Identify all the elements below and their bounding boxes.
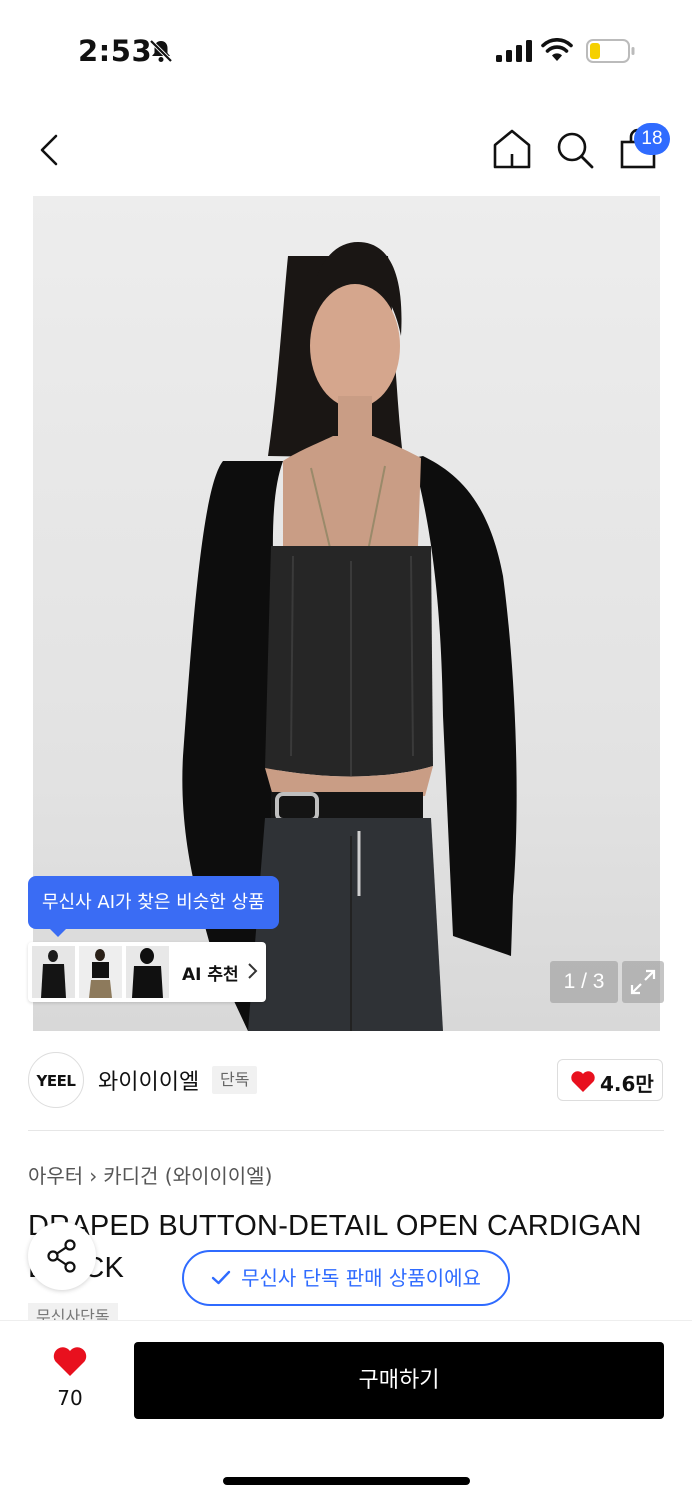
ai-thumb-1[interactable] [32,946,75,998]
share-icon [47,1239,76,1273]
battery-icon [586,39,635,63]
home-icon[interactable] [492,128,532,170]
share-button[interactable] [28,1222,96,1290]
exclusive-notice-text: 무신사 단독 판매 상품이에요 [241,1266,481,1290]
ai-recommend-card[interactable]: AI 추천 [28,942,266,1002]
search-icon[interactable] [555,130,595,170]
signal-icon [496,40,532,62]
breadcrumb: 아우터 › 카디건 (와이이이엘) [28,1160,272,1189]
breadcrumb-item[interactable]: 카디건 (와이이이엘) [103,1164,272,1188]
bell-off-icon [149,39,173,63]
buy-button[interactable]: 구매하기 [134,1342,664,1419]
brand-like-count: 4.6만 [600,1072,654,1096]
wishlist-button[interactable]: 70 [50,1346,90,1410]
exclusive-badge: 단독 [212,1066,258,1094]
cart-count-badge: 18 [634,123,670,155]
expand-icon [630,969,656,995]
ai-thumb-3[interactable] [126,946,169,998]
ai-thumb-2[interactable] [79,946,122,998]
status-time: 2:53 [78,34,153,68]
product-tag: 무신사단독 [28,1303,118,1321]
back-icon[interactable] [36,130,62,170]
breadcrumb-item[interactable]: 아우터 [28,1164,83,1188]
ai-recommend-tooltip[interactable]: 무신사 AI가 찾은 비슷한 상품 [28,876,279,937]
chevron-right-icon [248,963,258,979]
status-bar: 2:53 [0,0,692,100]
chevron-right-icon: › [89,1164,98,1188]
brand-name[interactable]: 와이이이엘 [98,1064,199,1096]
expand-button[interactable] [622,961,664,1003]
heart-icon [53,1347,87,1376]
ai-recommend-label: AI 추천 [182,965,239,985]
home-indicator [223,1477,470,1485]
image-pager: 1 / 3 [550,961,618,1003]
product-tag-label: 무신사단독 [28,1303,118,1321]
exclusive-notice[interactable]: 무신사 단독 판매 상품이에요 [182,1250,510,1306]
wifi-icon [541,38,573,61]
top-nav [0,120,692,180]
brand-like-button[interactable]: 4.6만 [557,1059,663,1101]
check-icon [211,1270,231,1285]
brand-logo[interactable]: YEEL [28,1052,84,1108]
heart-icon [571,1071,595,1092]
divider [28,1130,664,1131]
wishlist-count: 70 [57,1386,83,1410]
